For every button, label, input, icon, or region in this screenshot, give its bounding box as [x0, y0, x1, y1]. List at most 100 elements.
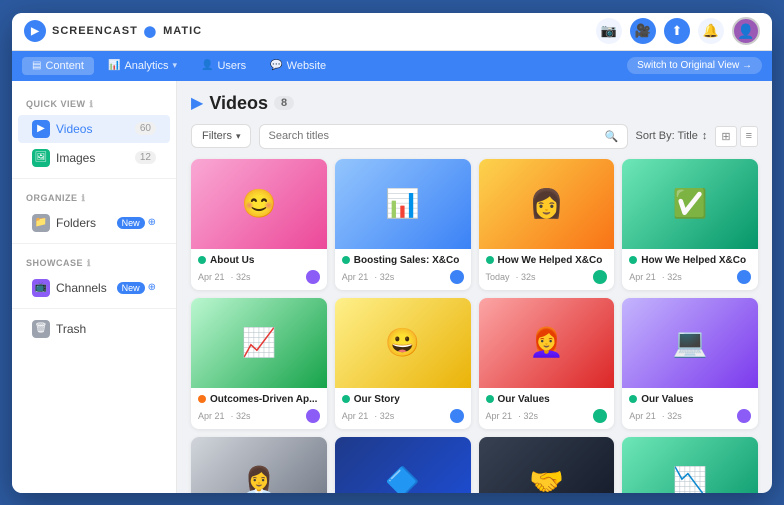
- nav-website-label: Website: [287, 60, 327, 72]
- video-avatar: [306, 270, 320, 284]
- video-meta: Outcomes-Driven Ap... Apr 21 · 32s: [191, 388, 327, 429]
- sidebar-item-images[interactable]: 🖼 Images 12: [18, 144, 170, 172]
- video-avatar: [450, 409, 464, 423]
- video-card[interactable]: 📊 Boosting Sales: X&Co Apr 21 · 32s: [335, 159, 471, 290]
- video-avatar: [737, 270, 751, 284]
- video-title-row: How We Helped X&Co: [629, 254, 751, 267]
- video-duration: · 32s: [231, 411, 251, 421]
- video-info-row: Apr 21 · 32s: [198, 270, 320, 284]
- sort-control: Sort By: Title ↕: [636, 130, 708, 142]
- video-meta: Our Values Apr 21 · 32s: [479, 388, 615, 429]
- organize-label: ORGANIZE ℹ: [12, 185, 176, 208]
- video-duration: · 32s: [374, 411, 394, 421]
- nav-item-website[interactable]: 💬 Website: [260, 57, 336, 75]
- folders-icon: 📁: [32, 214, 50, 232]
- channels-add-icon[interactable]: ⊕: [148, 282, 156, 293]
- thumbnail-icon: 👩‍💼: [191, 437, 327, 493]
- video-info-row: Apr 21 · 32s: [629, 409, 751, 423]
- video-title: About Us: [210, 254, 320, 267]
- video-card[interactable]: 📉 The Numbers: Young... Apr 21 · 32s: [622, 437, 758, 493]
- sidebar-item-videos[interactable]: ▶ Videos 60: [18, 115, 170, 143]
- list-view-button[interactable]: ≡: [740, 126, 758, 147]
- avatar[interactable]: 👤: [732, 17, 760, 45]
- video-card[interactable]: 😀 Our Story Apr 21 · 32s: [335, 298, 471, 429]
- thumbnail-icon: 😊: [191, 159, 327, 249]
- folders-add-icon[interactable]: ⊕: [148, 217, 156, 228]
- video-card[interactable]: 👩‍🦰 Our Values Apr 21 · 32s: [479, 298, 615, 429]
- sidebar-divider-3: [12, 308, 176, 309]
- website-icon: 💬: [270, 60, 282, 71]
- thumbnail-icon: 🤝: [479, 437, 615, 493]
- main-layout: QUICK VIEW ℹ ▶ Videos 60 🖼 Images 12 ORG…: [12, 81, 772, 493]
- video-card[interactable]: 📈 Outcomes-Driven Ap... Apr 21 · 32s: [191, 298, 327, 429]
- images-count: 12: [135, 151, 156, 164]
- thumbnail-icon: 📊: [335, 159, 471, 249]
- toolbar: Filters ▾ 🔍 Sort By: Title ↕ ⊞ ≡: [191, 124, 758, 149]
- video-duration: · 32s: [518, 411, 538, 421]
- videos-section-icon: ▶: [191, 93, 203, 113]
- organize-info-icon: ℹ: [82, 193, 86, 204]
- upload-button[interactable]: ⬆: [664, 18, 690, 44]
- thumbnail-icon: 📈: [191, 298, 327, 388]
- sidebar-trash-label: Trash: [56, 322, 86, 336]
- video-card[interactable]: 🔷 Sales Lift: Merriweат... Apr 21 · 32s: [335, 437, 471, 493]
- video-title: Boosting Sales: X&Co: [354, 254, 464, 267]
- video-card[interactable]: 😊 About Us Apr 21 · 32s: [191, 159, 327, 290]
- sidebar-item-trash[interactable]: 🗑 Trash: [18, 315, 170, 343]
- sidebar-item-folders[interactable]: 📁 Folders New ⊕: [18, 209, 170, 237]
- thumbnail-icon: ✅: [622, 159, 758, 249]
- video-duration: · 32s: [662, 272, 682, 282]
- video-title-row: About Us: [198, 254, 320, 267]
- nav-content-label: Content: [45, 60, 84, 72]
- video-card[interactable]: 🤝 The Numbers: Young... Apr 21 · 32s: [479, 437, 615, 493]
- channels-new-badge: New: [117, 282, 145, 294]
- video-duration: · 32s: [374, 272, 394, 282]
- logo-icon: ▶: [24, 20, 46, 42]
- filters-button[interactable]: Filters ▾: [191, 124, 251, 148]
- content-count: 8: [274, 96, 294, 110]
- sidebar: QUICK VIEW ℹ ▶ Videos 60 🖼 Images 12 ORG…: [12, 81, 177, 493]
- video-info-row: Apr 21 · 32s: [342, 270, 464, 284]
- video-date: Apr 21: [198, 272, 225, 282]
- search-box: 🔍: [259, 124, 627, 149]
- filter-chevron-icon: ▾: [236, 131, 241, 142]
- video-date: Apr 21: [486, 411, 513, 421]
- sort-label: Sort By: Title: [636, 130, 698, 142]
- record-button[interactable]: 🎥: [630, 18, 656, 44]
- nav-item-users[interactable]: 👤 Users: [191, 57, 256, 75]
- status-dot: [486, 256, 494, 264]
- video-card[interactable]: 👩 How We Helped X&Co Today · 32s: [479, 159, 615, 290]
- video-avatar: [450, 270, 464, 284]
- search-input[interactable]: [268, 130, 598, 142]
- video-info-row: Apr 21 · 32s: [198, 409, 320, 423]
- video-card[interactable]: 💻 Our Values Apr 21 · 32s: [622, 298, 758, 429]
- video-date: Apr 21: [629, 272, 656, 282]
- nav-item-content[interactable]: ▤ Content: [22, 57, 94, 75]
- video-title: Our Values: [641, 393, 751, 406]
- video-card[interactable]: ✅ How We Helped X&Co Apr 21 · 32s: [622, 159, 758, 290]
- video-title: Our Values: [498, 393, 608, 406]
- grid-view-button[interactable]: ⊞: [715, 126, 736, 147]
- video-title: How We Helped X&Co: [641, 254, 751, 267]
- video-avatar: [593, 270, 607, 284]
- content-area: ▶ Videos 8 Filters ▾ 🔍 Sort By: Title: [177, 81, 772, 493]
- switch-view-button[interactable]: Switch to Original View →: [627, 57, 762, 74]
- notifications-button[interactable]: 🔔: [698, 18, 724, 44]
- sidebar-images-label: Images: [56, 151, 95, 165]
- sidebar-item-channels[interactable]: 📺 Channels New ⊕: [18, 274, 170, 302]
- nav-item-analytics[interactable]: 📊 Analytics ▾: [98, 57, 187, 75]
- video-info-row: Apr 21 · 32s: [629, 270, 751, 284]
- video-date: Apr 21: [342, 272, 369, 282]
- video-thumbnail: 🤝: [479, 437, 615, 493]
- sort-direction-icon[interactable]: ↕: [702, 130, 708, 142]
- video-card[interactable]: 👩‍💼 Principles We Stand By , Apr 21 · 32…: [191, 437, 327, 493]
- video-title-row: Our Values: [629, 393, 751, 406]
- app-window: ▶ SCREENCAST ⬤ MATIC 📷 🎥 ⬆ 🔔 👤 ▤ Content…: [12, 13, 772, 493]
- camera-button[interactable]: 📷: [596, 18, 622, 44]
- video-date: Apr 21: [342, 411, 369, 421]
- status-dot: [198, 395, 206, 403]
- video-thumbnail: 📊: [335, 159, 471, 249]
- images-icon: 🖼: [32, 149, 50, 167]
- sidebar-folders-label: Folders: [56, 216, 96, 230]
- toolbar-icons: 📷 🎥 ⬆ 🔔 👤: [596, 17, 760, 45]
